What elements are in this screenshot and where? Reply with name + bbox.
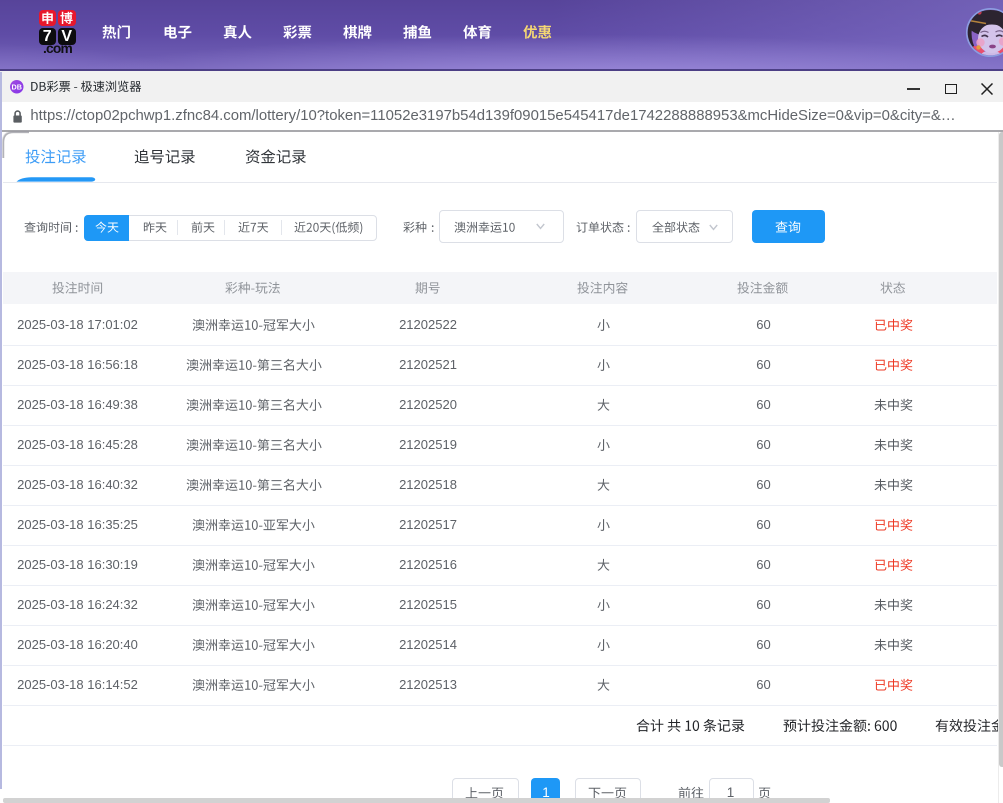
svg-text:DB: DB: [12, 82, 22, 91]
